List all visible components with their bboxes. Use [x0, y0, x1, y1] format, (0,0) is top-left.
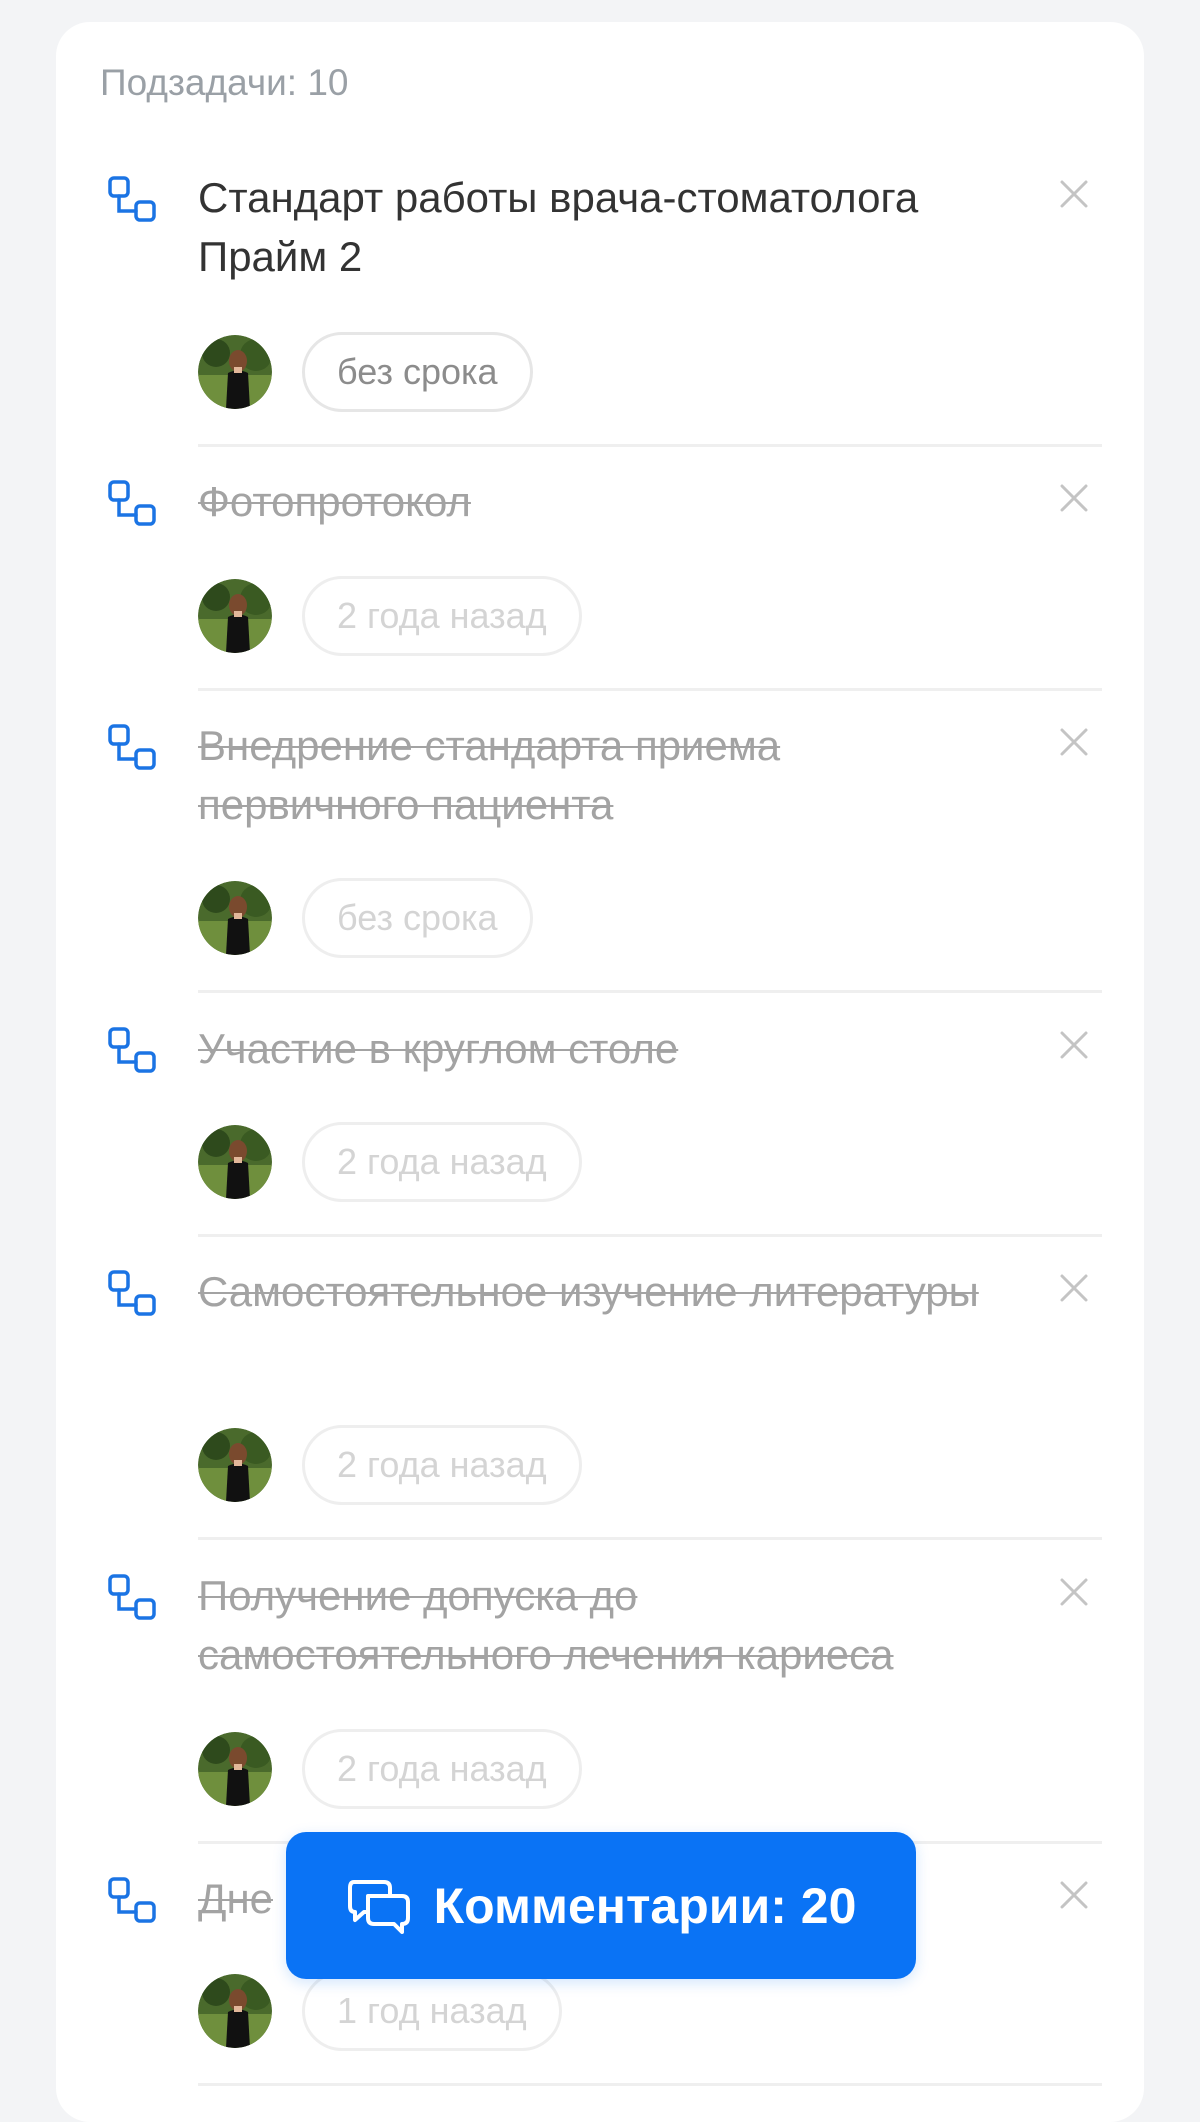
close-icon[interactable]: [1054, 722, 1094, 762]
divider: [198, 2083, 1102, 2086]
comments-button[interactable]: Комментарии: 20: [286, 1832, 916, 1979]
subtask-title[interactable]: Стандарт работы врача-стоматолога Прайм …: [198, 168, 998, 286]
subtask-hierarchy-icon: [108, 724, 156, 770]
subtask-hierarchy-icon: [108, 176, 156, 222]
subtask-title[interactable]: Получение допуска до самостоятельного ле…: [198, 1566, 998, 1684]
avatar[interactable]: [198, 335, 272, 409]
subtask-title[interactable]: Участие в круглом столе: [198, 1019, 998, 1078]
close-icon[interactable]: [1054, 1875, 1094, 1915]
avatar[interactable]: [198, 579, 272, 653]
deadline-pill[interactable]: 2 года назад: [302, 1729, 582, 1809]
close-icon[interactable]: [1054, 1572, 1094, 1612]
subtask-meta: 1 год назад: [198, 1969, 562, 2053]
subtask-title[interactable]: Самостоятельное изучение литературы: [198, 1262, 998, 1321]
close-icon[interactable]: [1054, 174, 1094, 214]
subtask-meta: 2 года назад: [198, 1120, 582, 1204]
subtask-meta: 2 года назад: [198, 1423, 582, 1507]
divider: [198, 1234, 1102, 1237]
avatar[interactable]: [198, 881, 272, 955]
subtasks-count-header: Подзадачи: 10: [100, 62, 349, 103]
avatar[interactable]: [198, 1732, 272, 1806]
close-icon[interactable]: [1054, 1268, 1094, 1308]
subtask-hierarchy-icon: [108, 1877, 156, 1923]
close-icon[interactable]: [1054, 478, 1094, 518]
avatar[interactable]: [198, 1125, 272, 1199]
deadline-pill[interactable]: 2 года назад: [302, 1425, 582, 1505]
deadline-pill[interactable]: 2 года назад: [302, 576, 582, 656]
subtask-meta: 2 года назад: [198, 1727, 582, 1811]
divider: [198, 688, 1102, 691]
subtasks-card: Подзадачи: 10 Стандарт работы врача-стом…: [56, 22, 1144, 2122]
deadline-pill[interactable]: без срока: [302, 332, 533, 412]
divider: [198, 1537, 1102, 1540]
deadline-pill[interactable]: без срока: [302, 878, 533, 958]
comments-label: Комментарии: 20: [433, 1877, 857, 1934]
subtask-hierarchy-icon: [108, 1027, 156, 1073]
subtask-meta: без срока: [198, 876, 533, 960]
subtask-hierarchy-icon: [108, 1270, 156, 1316]
divider: [198, 990, 1102, 993]
avatar[interactable]: [198, 1974, 272, 2048]
deadline-pill[interactable]: 1 год назад: [302, 1971, 562, 2051]
chat-bubbles-icon: [347, 1879, 410, 1934]
avatar[interactable]: [198, 1428, 272, 1502]
subtask-hierarchy-icon: [108, 1574, 156, 1620]
subtask-hierarchy-icon: [108, 480, 156, 526]
subtask-title[interactable]: Фотопротокол: [198, 472, 998, 531]
subtask-meta: без срока: [198, 330, 533, 414]
divider: [198, 444, 1102, 447]
close-icon[interactable]: [1054, 1025, 1094, 1065]
subtask-title[interactable]: Внедрение стандарта приема первичного па…: [198, 716, 998, 834]
deadline-pill[interactable]: 2 года назад: [302, 1122, 582, 1202]
subtask-meta: 2 года назад: [198, 574, 582, 658]
